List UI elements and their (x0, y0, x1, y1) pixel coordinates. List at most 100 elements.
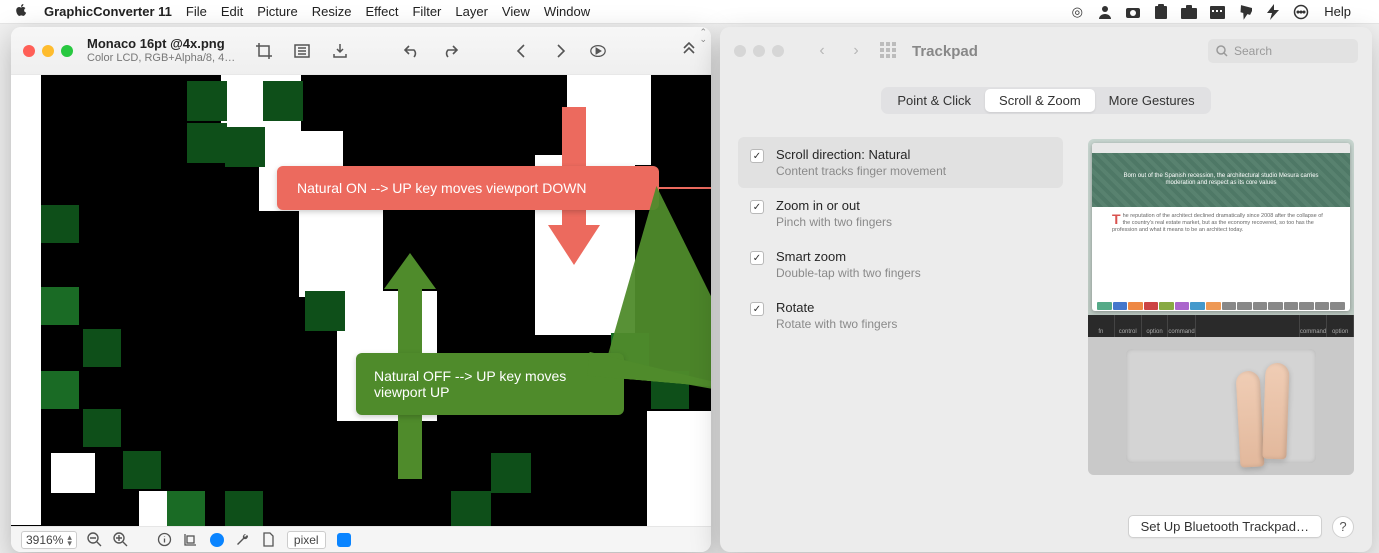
annotation-callout-natural-on: Natural ON --> UP key moves viewport DOW… (277, 166, 659, 210)
info-icon[interactable] (157, 532, 173, 548)
option-sublabel: Pinch with two fingers (776, 215, 892, 229)
window-close-button[interactable] (23, 45, 35, 57)
checkbox-smart-zoom[interactable]: ✓ (750, 251, 764, 265)
prefs-titlebar: ‹ › Trackpad Search (720, 27, 1372, 75)
key-option-r: option (1327, 315, 1354, 337)
zoom-out-icon[interactable] (87, 532, 103, 548)
zoom-level-select[interactable]: 3916% ▴▾ (21, 531, 77, 549)
menubar-item-view[interactable]: View (502, 4, 530, 19)
menubar-item-resize[interactable]: Resize (312, 4, 352, 19)
prev-icon[interactable] (513, 42, 531, 60)
clipboard-icon[interactable] (1152, 3, 1170, 21)
option-sublabel: Rotate with two fingers (776, 317, 897, 331)
window-close-button[interactable] (734, 45, 746, 57)
key-space (1196, 315, 1300, 337)
search-icon (1216, 45, 1228, 57)
setup-bluetooth-trackpad-button[interactable]: Set Up Bluetooth Trackpad… (1128, 515, 1322, 538)
menubar-item-layer[interactable]: Layer (455, 4, 488, 19)
checkbox-zoom[interactable]: ✓ (750, 200, 764, 214)
gc-statusbar: 3916% ▴▾ pixel (11, 526, 711, 552)
menubar-item-file[interactable]: File (186, 4, 207, 19)
tab-more-gestures[interactable]: More Gestures (1095, 89, 1209, 112)
key-control: control (1115, 315, 1142, 337)
help-button[interactable]: ? (1332, 516, 1354, 538)
window-minimize-button[interactable] (42, 45, 54, 57)
checkbox-scroll-direction[interactable]: ✓ (750, 149, 764, 163)
graphicconverter-window: Monaco 16pt @4x.png Color LCD, RGB+Alpha… (11, 27, 711, 552)
prefs-pane-title: Trackpad (912, 43, 978, 60)
option-sublabel: Content tracks finger movement (776, 164, 946, 178)
export-icon[interactable] (331, 42, 349, 60)
option-scroll-direction: ✓ Scroll direction: Natural Content trac… (738, 137, 1063, 188)
option-sublabel: Double-tap with two fingers (776, 266, 921, 280)
menubar-item-picture[interactable]: Picture (257, 4, 297, 19)
expand-toolbar-icon[interactable] (681, 42, 699, 60)
menubar-item-help[interactable]: Help (1324, 4, 1351, 19)
option-zoom: ✓ Zoom in or out Pinch with two fingers (738, 188, 1063, 239)
next-icon[interactable] (551, 42, 569, 60)
window-zoom-button[interactable] (772, 45, 784, 57)
option-label: Scroll direction: Natural (776, 147, 946, 162)
scroll-zoom-options: ✓ Scroll direction: Natural Content trac… (738, 137, 1063, 341)
target-icon[interactable]: ◎ (1068, 3, 1086, 21)
menubar-item-edit[interactable]: Edit (221, 4, 243, 19)
option-label: Rotate (776, 300, 897, 315)
slideshow-icon[interactable] (589, 42, 607, 60)
option-rotate: ✓ Rotate Rotate with two fingers (738, 290, 1063, 341)
nav-forward-icon[interactable]: › (846, 41, 866, 61)
tab-scroll-and-zoom[interactable]: Scroll & Zoom (985, 89, 1095, 112)
zoom-in-icon[interactable] (113, 532, 129, 548)
window-minimize-button[interactable] (753, 45, 765, 57)
apple-menu-icon[interactable] (14, 3, 30, 20)
preview-article-text: The reputation of the architect declined… (1092, 207, 1350, 240)
trackpad-preview: Born out of the Spanish recession, the a… (1088, 139, 1354, 475)
key-fn: fn (1088, 315, 1115, 337)
search-placeholder: Search (1234, 44, 1272, 58)
levels-icon[interactable] (293, 42, 311, 60)
calendar-icon[interactable] (1208, 3, 1226, 21)
window-zoom-button[interactable] (61, 45, 73, 57)
annotation-callout-natural-off: Natural OFF --> UP key moves viewport UP (356, 353, 624, 415)
gc-document-subtitle: Color LCD, RGB+Alpha/8, 4… (87, 52, 235, 64)
checkbox-rotate[interactable]: ✓ (750, 302, 764, 316)
user-icon[interactable] (1096, 3, 1114, 21)
unit-select[interactable]: pixel (287, 531, 326, 549)
menubar-item-effect[interactable]: Effect (365, 4, 398, 19)
preview-fingers (1216, 361, 1326, 475)
pin-icon[interactable] (1236, 3, 1254, 21)
show-all-prefs-icon[interactable] (880, 42, 898, 60)
menubar-app-name[interactable]: GraphicConverter 11 (44, 4, 172, 19)
toolbar-resize-icon[interactable]: ⌃⌄ (699, 29, 707, 43)
key-command-r: command (1300, 315, 1327, 337)
page-icon[interactable] (261, 532, 277, 548)
tab-point-and-click[interactable]: Point & Click (883, 89, 985, 112)
trackpad-tabs: Point & Click Scroll & Zoom More Gesture… (881, 87, 1210, 114)
bolt-icon[interactable] (1264, 3, 1282, 21)
key-option: option (1142, 315, 1169, 337)
gc-canvas[interactable]: Natural ON --> UP key moves viewport DOW… (11, 75, 711, 526)
zoom-level-value: 3916% (26, 533, 63, 547)
camera-icon[interactable] (1124, 3, 1142, 21)
menubar-item-window[interactable]: Window (544, 4, 590, 19)
gc-document-title: Monaco 16pt @4x.png (87, 37, 235, 51)
target-tool-icon[interactable] (209, 532, 225, 548)
briefcase-icon[interactable] (1180, 3, 1198, 21)
gc-titlebar: Monaco 16pt @4x.png Color LCD, RGB+Alpha… (11, 27, 711, 75)
macos-menubar: GraphicConverter 11 File Edit Picture Re… (0, 0, 1379, 24)
wrench-icon[interactable] (235, 532, 251, 548)
option-label: Zoom in or out (776, 198, 892, 213)
crop-icon[interactable] (255, 42, 273, 60)
menubar-item-filter[interactable]: Filter (412, 4, 441, 19)
redo-icon[interactable] (441, 42, 459, 60)
nav-back-icon[interactable]: ‹ (812, 41, 832, 61)
more-icon[interactable] (1292, 3, 1310, 21)
prefs-search-input[interactable]: Search (1208, 39, 1358, 63)
frame-icon[interactable] (183, 532, 199, 548)
system-preferences-window: ‹ › Trackpad Search Point & Click Scroll… (720, 27, 1372, 552)
undo-icon[interactable] (403, 42, 421, 60)
option-label: Smart zoom (776, 249, 921, 264)
color-indicator-icon[interactable] (336, 532, 352, 548)
key-command: command (1168, 315, 1195, 337)
option-smart-zoom: ✓ Smart zoom Double-tap with two fingers (738, 239, 1063, 290)
preview-hero-text: Born out of the Spanish recession, the a… (1092, 153, 1350, 207)
